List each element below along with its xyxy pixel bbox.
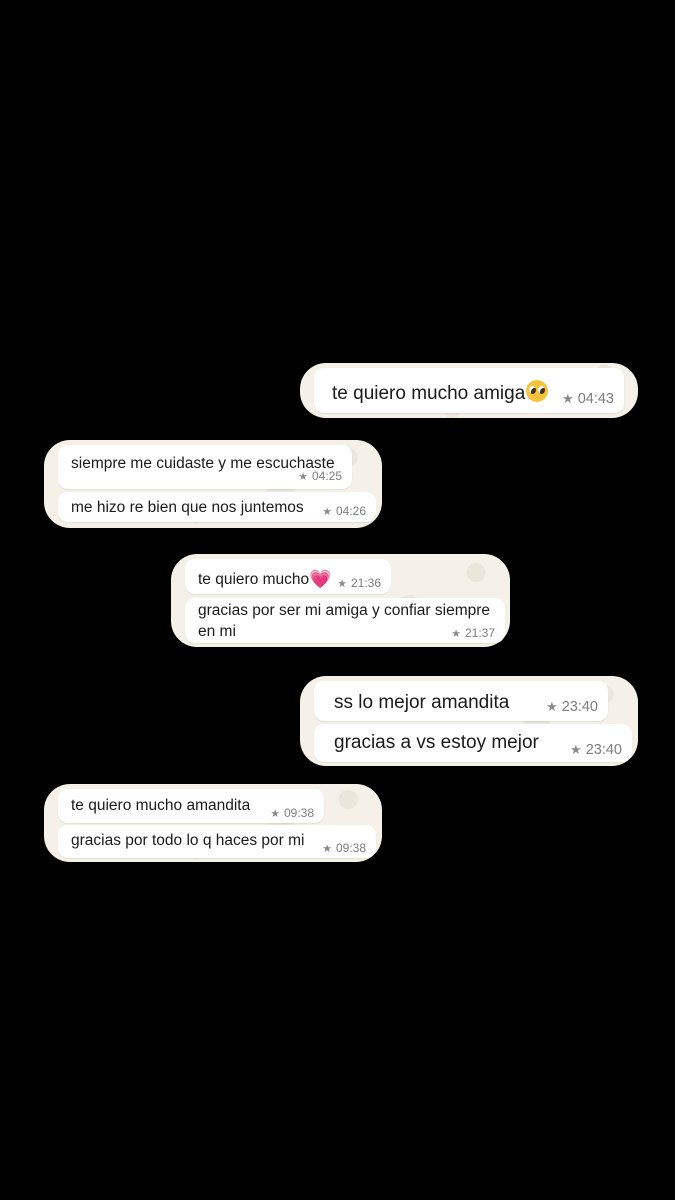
star-icon: ★ (298, 470, 308, 483)
message-bubble[interactable]: gracias por todo lo q haces por mi ★ 09:… (58, 825, 376, 858)
star-icon: ★ (337, 577, 347, 590)
message-meta: ★ 09:38 (322, 841, 366, 855)
message-meta: ★ 23:40 (570, 742, 622, 758)
message-bubble[interactable]: gracias a vs estoy mejor ★ 23:40 (314, 724, 632, 762)
message-time: 04:25 (311, 469, 342, 483)
message-time: 23:40 (585, 742, 622, 758)
message-time: 04:43 (577, 391, 614, 407)
message-bubble[interactable]: gracias por ser mi amiga y confiar siemp… (185, 598, 505, 643)
message-meta: ★ 04:43 (562, 391, 614, 407)
message-group-1: te quiero mucho amiga ★ 04:43 (300, 363, 638, 418)
message-text: gracias por todo lo q haces por mi (71, 832, 305, 849)
message-time: 21:37 (464, 626, 495, 640)
message-bubble[interactable]: me hizo re bien que nos juntemos ★ 04:26 (58, 492, 376, 522)
message-group-4: ss lo mejor amandita ★ 23:40 gracias a v… (300, 676, 638, 766)
message-time: 09:38 (335, 841, 366, 855)
star-icon: ★ (451, 627, 461, 640)
message-bubble[interactable]: te quiero mucho amandita ★ 09:38 (58, 789, 324, 823)
message-text: gracias a vs estoy mejor (334, 732, 539, 753)
heart-icon: 💗 (309, 569, 332, 589)
pleading-face-icon (526, 380, 549, 402)
message-meta: ★ 23:40 (546, 699, 598, 715)
star-icon: ★ (322, 842, 332, 855)
message-text: siempre me cuidaste y me escuchaste (71, 455, 335, 472)
message-meta: ★ 04:26 (322, 504, 366, 518)
star-icon: ★ (562, 391, 574, 406)
message-meta: ★ 21:36 (337, 576, 381, 590)
message-bubble[interactable]: te quiero mucho amiga ★ 04:43 (314, 368, 624, 413)
message-time: 09:38 (283, 806, 314, 820)
message-bubble[interactable]: siempre me cuidaste y me escuchaste ★ 04… (58, 445, 352, 489)
message-meta: ★ 21:37 (451, 626, 495, 640)
message-text: te quiero mucho💗 (198, 567, 332, 591)
star-icon: ★ (570, 742, 582, 757)
message-group-3: te quiero mucho💗 ★ 21:36 gracias por ser… (171, 554, 510, 647)
message-text: me hizo re bien que nos juntemos (71, 499, 304, 516)
message-time: 23:40 (561, 699, 598, 715)
message-text: te quiero mucho amiga (332, 380, 549, 407)
star-icon: ★ (322, 505, 332, 518)
message-text: gracias por ser mi amiga y confiar siemp… (198, 602, 491, 640)
message-time: 04:26 (335, 504, 366, 518)
message-bubble[interactable]: te quiero mucho💗 ★ 21:36 (185, 559, 391, 594)
star-icon: ★ (270, 807, 280, 820)
message-group-5: te quiero mucho amandita ★ 09:38 gracias… (44, 784, 382, 862)
message-time: 21:36 (350, 576, 381, 590)
star-icon: ★ (546, 699, 558, 714)
message-group-2: siempre me cuidaste y me escuchaste ★ 04… (44, 440, 382, 528)
message-meta: ★ 09:38 (270, 806, 314, 820)
message-text: te quiero mucho amandita (71, 797, 251, 814)
message-text: ss lo mejor amandita (334, 692, 510, 713)
message-bubble[interactable]: ss lo mejor amandita ★ 23:40 (314, 681, 608, 721)
message-meta: ★ 04:25 (298, 469, 342, 483)
